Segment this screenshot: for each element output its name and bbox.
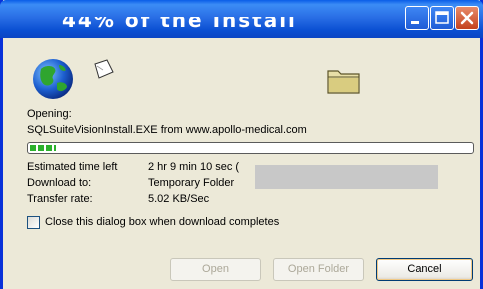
time-left-value: 2 hr 9 min 10 sec ( (148, 161, 240, 173)
close-when-done-label[interactable]: Close this dialog box when download comp… (45, 216, 279, 228)
time-left-label: Estimated time left (27, 161, 118, 173)
progress-segments (30, 145, 56, 151)
download-to-value: Temporary Folder (148, 177, 235, 189)
opening-label: Opening: (27, 108, 72, 120)
transfer-rate-label: Transfer rate: (27, 193, 93, 205)
close-when-done-checkbox[interactable] (27, 216, 40, 229)
minimize-icon (411, 21, 419, 24)
download-progress-bar (27, 142, 474, 154)
paper-icon (94, 59, 114, 79)
redacted-area (255, 165, 438, 189)
download-dialog: 44% of the Install Opening: SQLSuiteVisi… (0, 0, 483, 289)
progress-fill (30, 145, 56, 151)
folder-icon (327, 70, 360, 94)
open-button[interactable]: Open (170, 258, 261, 281)
maximize-button[interactable] (430, 6, 454, 30)
transfer-rate-value: 5.02 KB/Sec (148, 193, 210, 205)
close-button[interactable] (455, 6, 479, 30)
cancel-button[interactable]: Cancel (376, 258, 473, 281)
close-icon (460, 11, 474, 25)
download-to-label: Download to: (27, 177, 92, 189)
title-bar[interactable]: 44% of the Install (0, 0, 483, 38)
minimize-button[interactable] (405, 6, 429, 30)
globe-icon (33, 59, 73, 99)
file-source-text: SQLSuiteVisionInstall.EXE from www.apoll… (27, 124, 307, 136)
maximize-icon (435, 11, 449, 24)
window-title: 44% of the Install (62, 8, 297, 32)
open-folder-button[interactable]: Open Folder (273, 258, 364, 281)
